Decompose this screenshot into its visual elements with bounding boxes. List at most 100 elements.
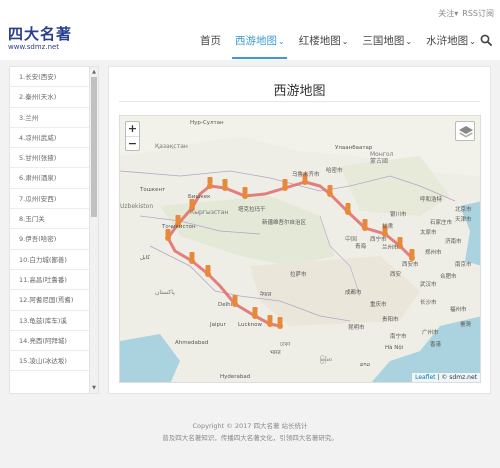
chevron-down-icon: ⌄ — [469, 37, 476, 46]
nav-item-shuihu-map[interactable]: 水浒地图⌄ — [426, 33, 476, 48]
map-canvas: Нур-Султан Қазақстан Улаанбаатар Монгол … — [120, 116, 480, 382]
nav-item-sanguo-map[interactable]: 三国地图⌄ — [362, 33, 412, 48]
map-label: 南京市 — [455, 260, 472, 268]
logo-name: 四大名著 — [8, 25, 73, 43]
map-label: 合肥市 — [440, 272, 457, 280]
map-label: 青海 — [355, 242, 367, 250]
map-label: Бишкек — [188, 194, 211, 200]
rss-link[interactable]: RSS订阅 — [462, 8, 494, 19]
copyright-text: Copyright © 2017 四大名著 站长统计 — [192, 422, 308, 430]
map-label: Uzbekiston — [120, 203, 153, 210]
map-label: 福州市 — [450, 305, 467, 313]
map-label: كابل — [140, 254, 150, 261]
scroll-up-arrow-icon[interactable]: ▲ — [90, 68, 98, 76]
map-label: 甘肃 — [382, 222, 394, 230]
map-label: 香港 — [430, 340, 442, 348]
site-logo[interactable]: 四大名著 www.sdmz.net — [8, 25, 73, 52]
list-item[interactable]: 4.凉州(武威) — [10, 128, 90, 149]
zoom-out-button[interactable]: − — [126, 136, 139, 150]
nav-item-honglou-map[interactable]: 红楼地图⌄ — [299, 33, 349, 48]
attribution-text: | © sdmz.net — [437, 374, 477, 381]
follow-link[interactable]: 关注▾ — [438, 8, 458, 19]
map-label: Қазақстан — [155, 143, 188, 150]
leaflet-link[interactable]: Leaflet — [415, 374, 435, 381]
list-item[interactable]: 3.兰州 — [10, 108, 90, 128]
map-label: Кыргызстан — [190, 209, 228, 216]
map-label: 蒙古國 — [370, 157, 388, 165]
main-nav: 首页 西游地图⌄ 红楼地图⌄ 三国地图⌄ 水浒地图⌄ — [200, 33, 490, 48]
list-item[interactable]: 12.阿耆尼国(焉耆) — [10, 290, 90, 311]
search-icon[interactable] — [480, 34, 492, 46]
map-label: ລາວ — [360, 362, 371, 368]
map-label: 西安 — [390, 270, 402, 278]
map-label: 新疆维吾尔自治区 — [262, 218, 307, 226]
nav-label: 首页 — [200, 35, 221, 47]
map-label: 银川市 — [390, 210, 407, 218]
map-label: 呼和浩特 — [420, 195, 443, 203]
list-item[interactable]: 1.长安(西安) — [10, 67, 90, 88]
top-links: 关注▾ RSS订阅 — [438, 8, 494, 19]
list-item[interactable]: 13.龟兹(库车)溪 — [10, 311, 90, 331]
map-label: 臺灣 — [460, 320, 472, 328]
list-item[interactable]: 2.秦州(天水) — [10, 87, 90, 108]
list-item[interactable]: 8.玉门关 — [10, 209, 90, 230]
map-label: Hà Nội — [385, 344, 404, 351]
footer-slogan: 普及四大名著知识，传播四大名著文化，引领四大名著研究。 — [162, 434, 338, 442]
page-title: 西游地图 — [273, 84, 326, 99]
map-label: 太原市 — [420, 228, 437, 236]
scroll-down-arrow-icon[interactable]: ▼ — [90, 384, 98, 392]
map-label: Улаанбаатар — [335, 145, 373, 151]
list-item[interactable]: 5.甘州(张掖) — [10, 148, 90, 169]
divider — [119, 101, 480, 102]
site-header: 关注▾ RSS订阅 四大名著 www.sdmz.net 首页 西游地图⌄ 红楼地… — [0, 0, 500, 60]
scroll-thumb[interactable] — [91, 77, 97, 217]
list-item[interactable]: 7.瓜州(安西) — [10, 189, 90, 210]
list-item[interactable]: 15.凌山(冰达坂) — [10, 351, 90, 372]
chevron-down-icon: ▾ — [454, 9, 459, 18]
nav-label: 水浒地图 — [426, 35, 469, 47]
map-label: Нур-Султан — [190, 120, 224, 126]
list-item[interactable]: 14.亮酉(阿拜城) — [10, 331, 90, 352]
chevron-down-icon: ⌄ — [405, 37, 413, 46]
list-item[interactable]: 6.肃州(酒泉) — [10, 168, 90, 189]
map-label: 塔克拉玛干 — [238, 205, 266, 213]
map-label: 南宁市 — [390, 332, 407, 340]
map-label: भारत — [270, 350, 282, 356]
list-item[interactable]: 10.白力城(鄯善) — [10, 250, 90, 270]
zoom-control: + − — [125, 121, 140, 151]
map-label: Тоҷикистон — [161, 224, 196, 230]
sidebar-scrollbar[interactable]: ▲ ▼ — [89, 67, 98, 393]
map-label: 长沙市 — [420, 298, 437, 306]
main-content: 西游地图 Нур-Султан Қазақстан Улаанбаатар Мо… — [108, 66, 491, 394]
list-item[interactable]: 11.高昌(吐鲁番) — [10, 270, 90, 291]
route-map[interactable]: Нур-Султан Қазақстан Улаанбаатар Монгол … — [119, 115, 481, 383]
map-label: 兰州市 — [382, 243, 399, 251]
active-nav-indicator — [232, 57, 287, 59]
map-label: 哈密市 — [326, 166, 343, 174]
map-label: 石家庄市 — [430, 218, 453, 226]
map-label: 济南市 — [445, 237, 462, 245]
layers-button[interactable] — [455, 121, 475, 141]
map-label: پاکستان — [155, 289, 175, 296]
site-footer: Copyright © 2017 四大名著 站长统计 普及四大名著知识，传播四大… — [0, 420, 500, 444]
logo-url: www.sdmz.net — [8, 43, 60, 51]
nav-item-xiyou-map[interactable]: 西游地图⌄ — [235, 33, 285, 48]
follow-label: 关注 — [438, 9, 455, 18]
nav-label: 西游地图 — [235, 35, 277, 47]
map-label: 广州市 — [422, 328, 439, 336]
map-label: 西安市 — [402, 260, 419, 268]
chevron-down-icon: ⌄ — [341, 37, 349, 46]
map-label: Jaipur — [209, 322, 226, 328]
zoom-in-button[interactable]: + — [126, 122, 139, 136]
nav-item-home[interactable]: 首页 — [200, 33, 221, 48]
map-label: Delhi — [218, 302, 233, 308]
map-label: 昆明市 — [348, 323, 365, 331]
map-label: 乌鲁木齐市 — [292, 170, 320, 178]
map-label: नेपाल — [260, 291, 272, 298]
list-item[interactable]: 9.伊吾(哈密) — [10, 229, 90, 250]
map-label: ঢাকা — [279, 342, 291, 348]
map-label: Hyderabad — [220, 374, 250, 380]
nav-label: 三国地图 — [362, 35, 405, 47]
map-label: 成都市 — [345, 288, 362, 296]
route-list: 1.长安(西安) 2.秦州(天水) 3.兰州 4.凉州(武威) 5.甘州(张掖)… — [10, 67, 98, 372]
